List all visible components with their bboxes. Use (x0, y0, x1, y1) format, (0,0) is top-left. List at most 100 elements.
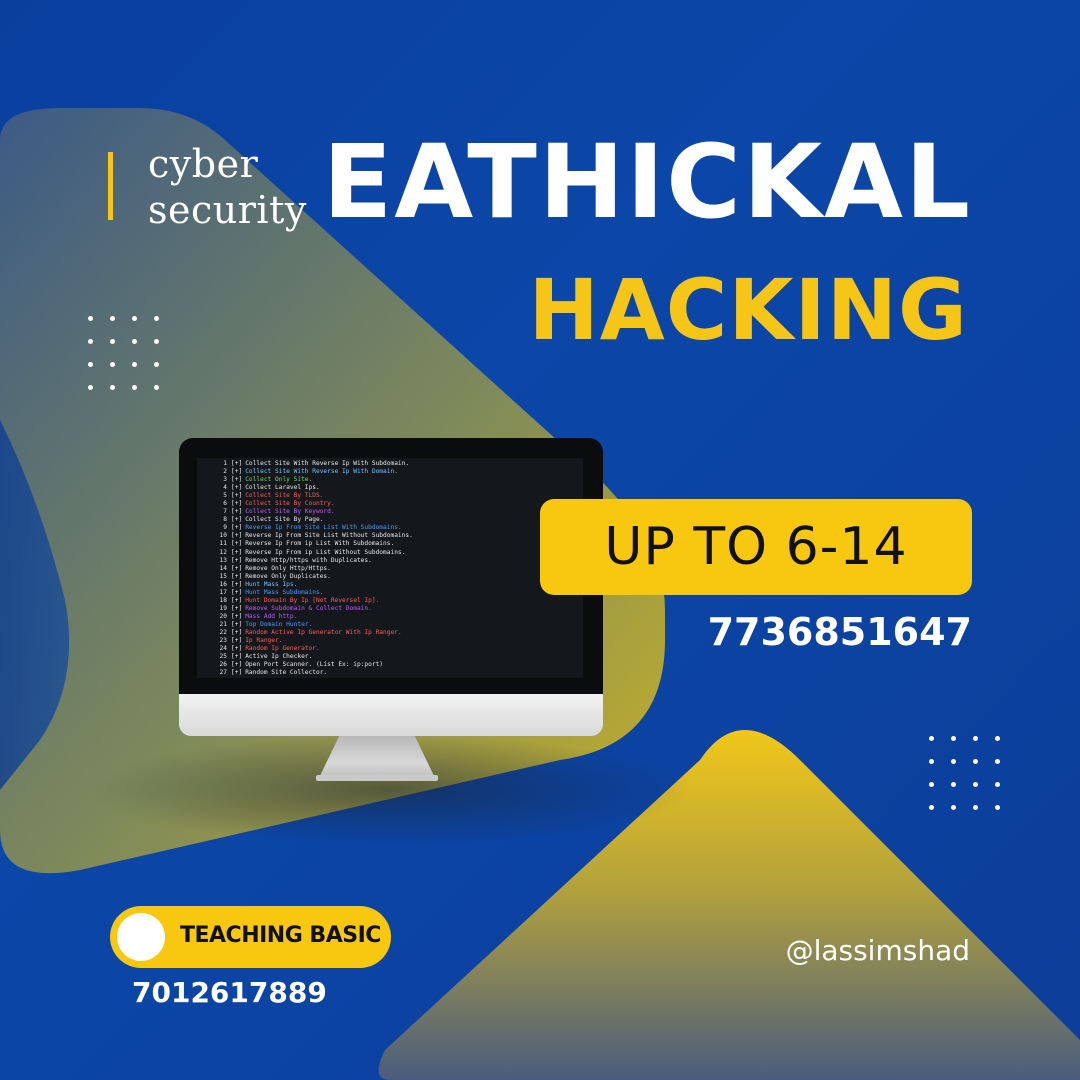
terminal-line-text: Reverse Ip From ip List Without Subdomai… (245, 548, 406, 556)
terminal-line: 1 [+] Collect Site With Reverse Ip With Su… (197, 460, 583, 468)
terminal-line-number: 16 (219, 580, 227, 588)
terminal-line-text: Hunt Domain By Ip [Not Reversel Ip]. (245, 596, 380, 604)
terminal-line-bracket: [+] (231, 572, 243, 580)
terminal-line-number: 9 (223, 524, 227, 532)
terminal-line-text: Random Site Collector. (245, 669, 328, 677)
terminal-line-text: Open Port Scanner. (List Ex: ip:port) (245, 661, 384, 669)
terminal-line-text: Collect Laravel Ips. (245, 484, 320, 492)
terminal-line-number: 5 (223, 492, 227, 500)
age-badge: UP TO 6-14 (540, 499, 972, 595)
terminal-line: 23 [+] Ip Ranger. (197, 637, 583, 645)
terminal-line-text: Remove Http/https with Duplicates. (245, 556, 372, 564)
terminal-line: 10 [+] Reverse Ip From Site List Without S… (197, 532, 583, 540)
terminal-line-bracket: [+] (231, 500, 243, 508)
terminal-line: 9 [+] Reverse Ip From Site List With Subdo… (197, 524, 583, 532)
terminal-line-number: 4 (223, 484, 227, 492)
age-badge-text: UP TO 6-14 (604, 517, 908, 577)
terminal-line: 11 [+] Reverse Ip From ip List With Subdom… (197, 540, 583, 548)
terminal-line-number: 21 (219, 620, 227, 628)
terminal-line-bracket: [+] (231, 604, 243, 612)
terminal-line-number: 8 (223, 516, 227, 524)
terminal-line-number: 25 (219, 653, 227, 661)
terminal-line-text: Collect Site With Reverse Ip With Subdom… (245, 460, 410, 467)
terminal-line-bracket: [+] (231, 661, 243, 669)
terminal-line-text: Random Ip Generator. (245, 645, 320, 653)
terminal-line-number: 17 (219, 588, 227, 596)
terminal-line-text: Remove Only Http/Https. (245, 564, 331, 572)
terminal-line-text: Reverse Ip From ip List With Subdomains. (245, 540, 395, 548)
terminal-line: 24 [+] Random Ip Generator. (197, 645, 583, 653)
terminal-line-text: Mass Add http. (245, 612, 298, 620)
terminal-line-number: 13 (219, 556, 227, 564)
terminal-line: 3 [+] Collect Only Site. (197, 476, 583, 484)
terminal-line: 20 [+] Mass Add http. (197, 613, 583, 621)
terminal-line-number: 10 (219, 532, 227, 540)
terminal-line-bracket: [+] (231, 468, 243, 476)
terminal-line: 14 [+] Remove Only Http/Https. (197, 565, 583, 573)
terminal-line-text: Top Domain Hunter. (245, 620, 313, 628)
terminal-line-bracket: [+] (231, 612, 243, 620)
terminal-line: 22 [+] Random Active Ip Generator With Ip … (197, 629, 583, 637)
terminal-line: 21 [+] Top Domain Hunter. (197, 621, 583, 629)
terminal-line-number: 2 (223, 468, 227, 476)
monitor-stand-base (316, 775, 438, 781)
terminal-line: 17 [+] Hunt Mass Subdomains. (197, 589, 583, 597)
terminal-line-bracket: [+] (231, 596, 243, 604)
terminal-window: 1 [+] Collect Site With Reverse Ip With Su… (197, 458, 583, 678)
terminal-line-number: 19 (219, 604, 227, 612)
terminal-line: 19 [+] Remove Subdomain & Collect Domain. (197, 605, 583, 613)
terminal-line-text: Remove Only Duplicates. (245, 572, 331, 580)
terminal-line: 5 [+] Collect Site By TLDS. (197, 492, 583, 500)
terminal-line-number: 14 (219, 564, 227, 572)
terminal-line-text: Active Ip Checker. (245, 653, 313, 661)
terminal-line-bracket: [+] (231, 637, 243, 645)
terminal-line-number: 7 (223, 508, 227, 516)
terminal-line-bracket: [+] (231, 540, 243, 548)
terminal-line-bracket: [+] (231, 484, 243, 492)
terminal-line-text: Collect Site By Country. (245, 500, 335, 508)
terminal-line: 13 [+] Remove Http/https with Duplicates. (197, 557, 583, 565)
terminal-line-bracket: [+] (231, 588, 243, 596)
terminal-line-bracket: [+] (231, 645, 243, 653)
terminal-line-bracket: [+] (231, 492, 243, 500)
teaching-badge-circle (117, 913, 165, 961)
tagline-security: security (148, 188, 307, 232)
terminal-line-text: Collect Site By Page. (245, 516, 324, 524)
terminal-line-text: Hunt Mass Ips. (245, 580, 298, 588)
terminal-line-text: Collect Site By TLDS. (245, 492, 324, 500)
terminal-line-number: 24 (219, 645, 227, 653)
terminal-line-bracket: [+] (231, 476, 243, 484)
terminal-line-number: 27 (219, 669, 227, 677)
terminal-line-text: Reverse Ip From Site List With Subdomain… (245, 524, 402, 532)
terminal-line: 7 [+] Collect Site By Keyword. (197, 508, 583, 516)
terminal-line-text: Ip Ranger. (245, 637, 283, 645)
terminal-line-bracket: [+] (231, 516, 243, 524)
title-line-2: HACKING (528, 261, 968, 359)
terminal-line-bracket: [+] (231, 580, 243, 588)
terminal-line-text: Hunt Mass Subdomains. (245, 588, 324, 596)
terminal-line: 15 [+] Remove Only Duplicates. (197, 573, 583, 581)
terminal-line: 25 [+] Active Ip Checker. (197, 653, 583, 661)
phone-number-primary: 7736851647 (707, 610, 972, 654)
terminal-line: 4 [+] Collect Laravel Ips. (197, 484, 583, 492)
terminal-line-bracket: [+] (231, 564, 243, 572)
terminal-line-bracket: [+] (231, 548, 243, 556)
tagline-cyber: cyber (148, 142, 259, 186)
terminal-line-text: Collect Only Site. (245, 476, 313, 484)
terminal-line: 6 [+] Collect Site By Country. (197, 500, 583, 508)
teaching-badge: TEACHING BASIC (110, 906, 391, 968)
terminal-line-number: 6 (223, 500, 227, 508)
dot-grid-left (88, 316, 160, 390)
terminal-line-bracket: [+] (231, 669, 243, 677)
terminal-line: 2 [+] Collect Site With Reverse Ip With Do… (197, 468, 583, 476)
dot-grid-right (929, 736, 1001, 810)
title-line-1: EATHICKAL (322, 123, 972, 242)
terminal-line-bracket: [+] (231, 532, 243, 540)
terminal-line-number: 26 (219, 661, 227, 669)
terminal-line: 8 [+] Collect Site By Page. (197, 516, 583, 524)
terminal-line: 16 [+] Hunt Mass Ips. (197, 581, 583, 589)
terminal-line: 12 [+] Reverse Ip From ip List Without Sub… (197, 549, 583, 557)
terminal-line: 27 [+] Random Site Collector. (197, 669, 583, 677)
terminal-line-number: 20 (219, 612, 227, 620)
terminal-line-bracket: [+] (231, 620, 243, 628)
